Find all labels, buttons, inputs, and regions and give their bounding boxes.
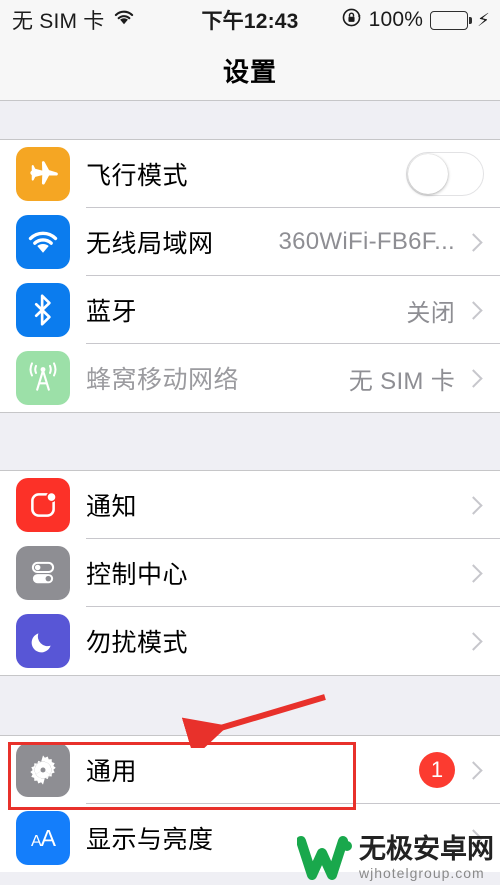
settings-row-label: 无线局域网 [86,230,214,258]
status-bar-right: 100% ⚡ [341,7,490,34]
group-gap-1 [0,101,500,140]
do-not-disturb-icon [16,614,70,668]
battery-percent-label: 100% [368,8,424,31]
group-gap-3 [0,675,500,736]
row-accessory [464,563,484,583]
settings-row-label: 通知 [86,493,138,521]
row-accessory [464,495,484,515]
control-center-icon [16,546,70,600]
lightning-bolt-icon: ⚡ [477,10,490,30]
iphone-settings-screen: 无 SIM 卡 下午12:43 100% ⚡ 设置 飞行模式 无线局域网 360… [0,0,500,885]
settings-row-label: 飞行模式 [86,162,189,190]
display-brightness-icon: AA [16,811,70,865]
chevron-right-icon [464,563,483,583]
page-title: 设置 [222,56,277,87]
settings-row-control-center[interactable]: 控制中心 [0,539,500,607]
notifications-icon [16,478,70,532]
settings-row-notifications[interactable]: 通知 [0,471,500,539]
status-bar: 无 SIM 卡 下午12:43 100% ⚡ [0,0,500,40]
navigation-bar: 设置 [0,40,500,101]
general-badge-count: 1 [419,752,455,788]
wifi-icon [16,215,70,269]
row-accessory: 1 [419,752,484,788]
settings-row-general[interactable]: 通用 1 [0,736,500,804]
row-accessory [464,631,484,651]
cellular-icon [16,351,70,405]
bluetooth-icon [16,283,70,337]
row-accessory [406,152,484,196]
airplane-mode-toggle[interactable] [406,152,484,196]
cellular-state-value: 无 SIM 卡 [348,367,455,395]
wifi-network-value: 360WiFi-FB6F... [278,228,455,255]
bluetooth-state-value: 关闭 [406,299,455,327]
settings-row-display-brightness[interactable]: AA 显示与亮度 [0,804,500,872]
row-accessory: 无 SIM 卡 [349,361,484,396]
chevron-right-icon [464,760,483,780]
settings-row-do-not-disturb[interactable]: 勿扰模式 [0,607,500,675]
settings-row-airplane-mode[interactable]: 飞行模式 [0,140,500,208]
settings-row-label: 通用 [86,758,138,786]
chevron-right-icon [464,300,483,320]
row-accessory: 关闭 [406,293,484,328]
aa-glyph: AA [30,824,56,851]
settings-group-connectivity: 飞行模式 无线局域网 360WiFi-FB6F... 蓝牙 关闭 蜂窝移动网络 … [0,140,500,412]
chevron-right-icon [464,631,483,651]
chevron-right-icon [464,368,483,388]
battery-icon [430,10,472,30]
row-accessory: 360WiFi-FB6F... [278,228,484,256]
rotation-lock-icon [341,7,362,34]
settings-group-system: 通用 1 AA 显示与亮度 [0,736,500,872]
settings-row-label: 蓝牙 [86,298,138,326]
chevron-right-icon [464,828,483,848]
settings-row-bluetooth[interactable]: 蓝牙 关闭 [0,276,500,344]
chevron-right-icon [464,232,483,252]
chevron-right-icon [464,495,483,515]
settings-row-label: 勿扰模式 [86,629,189,657]
gear-icon [16,743,70,797]
row-accessory [464,828,484,848]
airplane-icon [16,147,70,201]
settings-row-cellular[interactable]: 蜂窝移动网络 无 SIM 卡 [0,344,500,412]
toggle-knob [408,154,448,194]
settings-row-label: 控制中心 [86,561,189,589]
settings-row-label: 显示与亮度 [86,826,214,854]
settings-row-label: 蜂窝移动网络 [86,366,240,394]
group-gap-2 [0,412,500,471]
settings-row-wifi[interactable]: 无线局域网 360WiFi-FB6F... [0,208,500,276]
settings-group-notifications: 通知 控制中心 勿扰模式 [0,471,500,675]
